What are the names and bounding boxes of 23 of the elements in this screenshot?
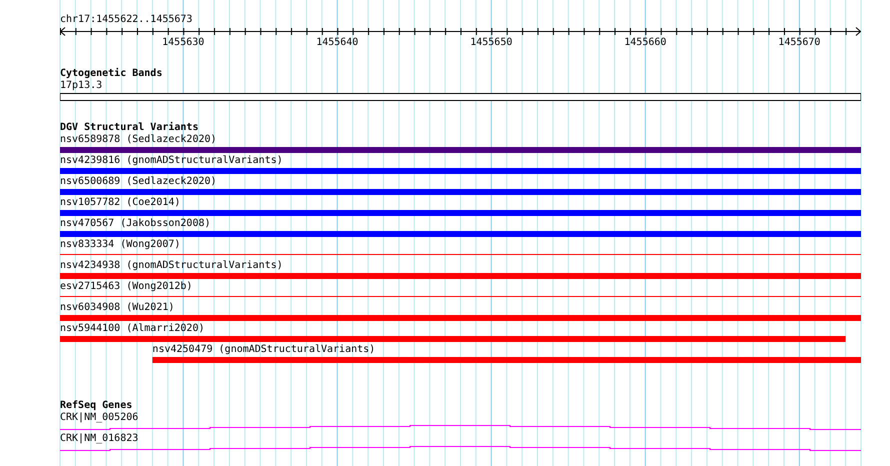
variant-label: nsv4250479 (gnomADStructuralVariants) [152,344,376,355]
position-label: chr17:1455622..1455673 [60,14,194,26]
ruler-label: 1455660 [624,37,666,49]
variant-label: nsv1057782 (Coe2014) [60,197,180,208]
track-title: RefSeq Genes [60,400,134,412]
ruler-label: 1455650 [470,37,512,49]
ruler-label: 1455630 [162,37,204,49]
ruler-label: 1455670 [778,37,820,49]
gene-label: CRK|NM_005206 [60,412,138,423]
ruler-label: 1455640 [316,37,358,49]
variant-label: nsv6034908 (Wu2021) [60,302,174,313]
variant-label: nsv4234938 (gnomADStructuralVariants) [60,260,283,271]
gene-label: CRK|NM_016823 [60,433,138,444]
variant-label: esv2715463 (Wong2012b) [60,281,192,292]
variant-label: nsv833334 (Wong2007) [60,239,180,250]
variant-label: nsv5944100 (Almarri2020) [60,323,204,334]
variant-label: nsv6589878 (Sedlazeck2020) [60,134,217,145]
variant-label: nsv4239816 (gnomADStructuralVariants) [60,155,283,166]
track-title: Cytogenetic Bands [60,68,164,80]
band-label: 17p13.3 [60,80,104,92]
variant-label: nsv6500689 (Sedlazeck2020) [60,176,217,187]
track-title: DGV Structural Variants [60,122,200,134]
variant-label: nsv470567 (Jakobsson2008) [60,218,211,229]
